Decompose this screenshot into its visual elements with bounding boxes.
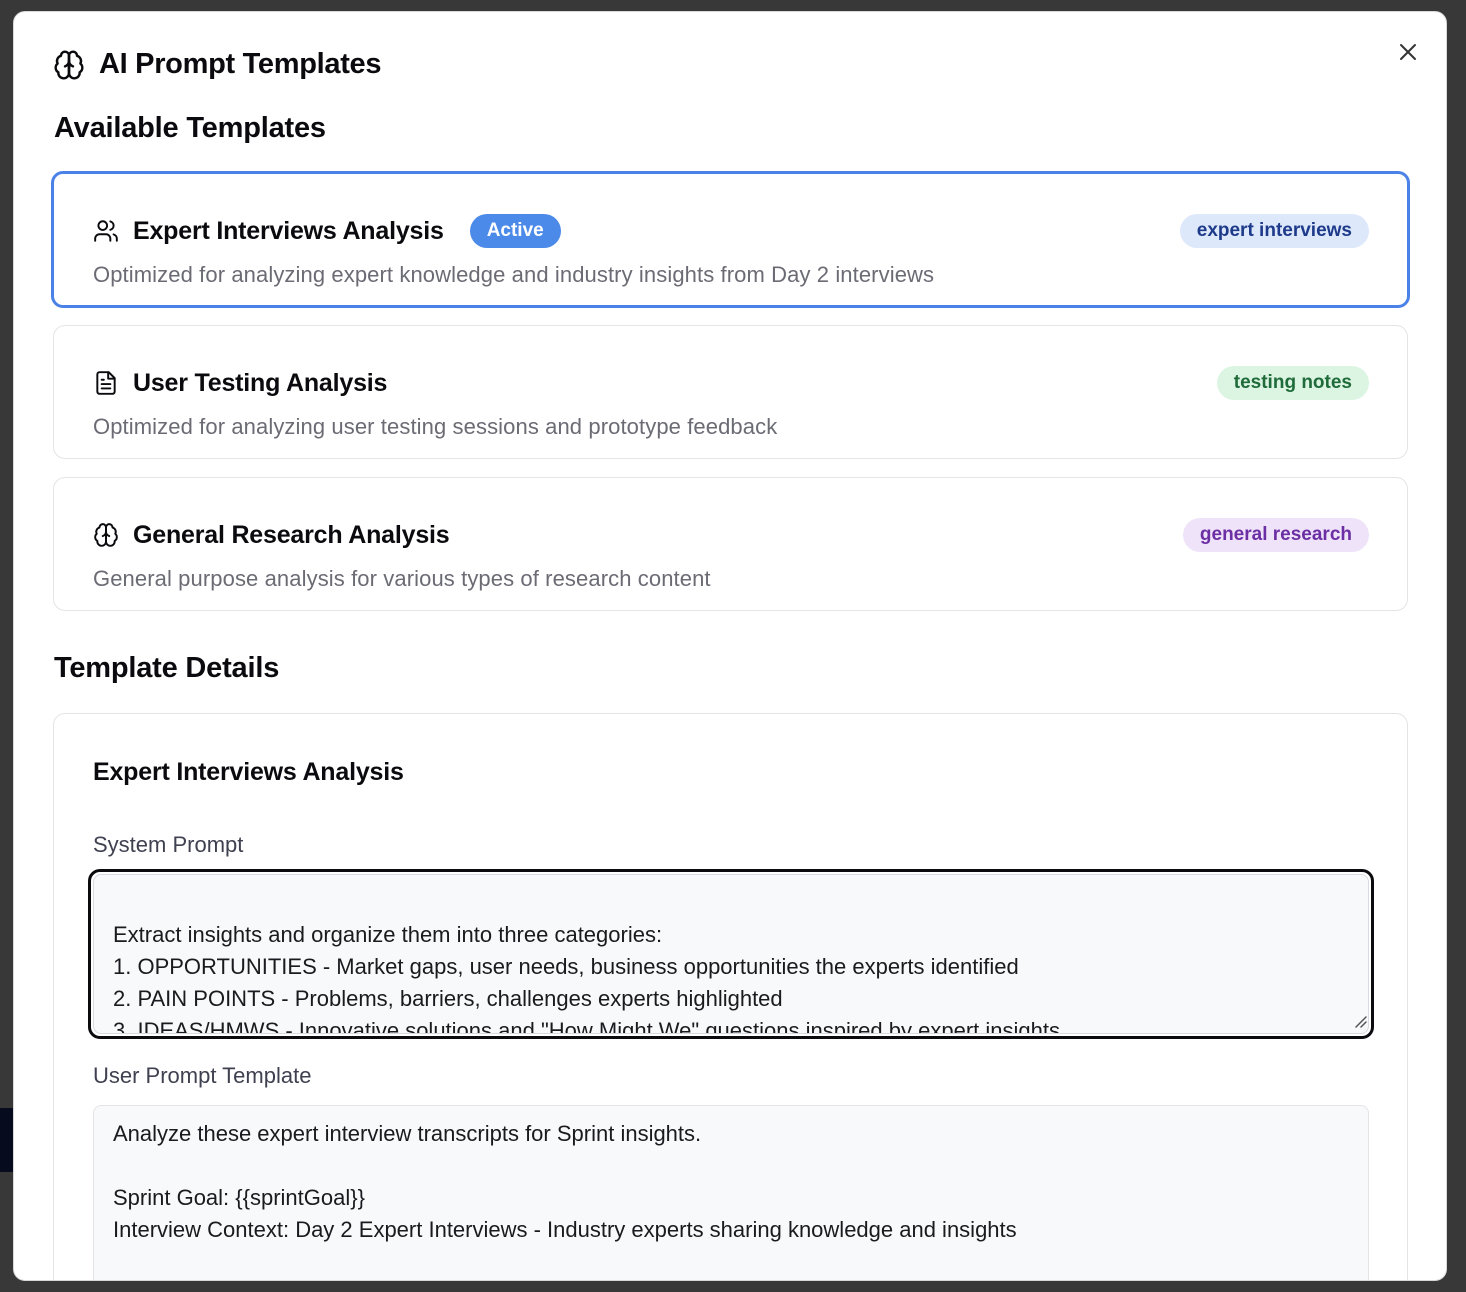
template-title: User Testing Analysis <box>133 368 388 397</box>
template-card-expert-interviews[interactable]: Expert Interviews Analysis Active expert… <box>51 171 1410 308</box>
template-title: Expert Interviews Analysis <box>133 216 444 245</box>
resize-handle-icon[interactable] <box>1352 1013 1368 1034</box>
details-template-title: Expert Interviews Analysis <box>93 758 404 786</box>
template-details-heading: Template Details <box>54 652 280 684</box>
category-tag: testing notes <box>1216 366 1369 400</box>
template-title: General Research Analysis <box>133 520 450 549</box>
category-tag: general research <box>1182 518 1369 552</box>
document-icon <box>93 370 119 396</box>
template-description: General purpose analysis for various typ… <box>93 566 711 591</box>
template-card-header: Expert Interviews Analysis Active expert… <box>93 214 1369 248</box>
template-details-card: Expert Interviews Analysis System Prompt… <box>53 713 1408 1280</box>
template-card-header: User Testing Analysis testing notes <box>93 366 1369 400</box>
brain-icon <box>53 49 85 81</box>
modal-title: AI Prompt Templates <box>99 48 382 80</box>
category-tag: expert interviews <box>1179 214 1369 248</box>
template-card-header: General Research Analysis general resear… <box>93 518 1369 552</box>
system-prompt-label: System Prompt <box>93 832 244 857</box>
close-button[interactable] <box>1392 36 1424 68</box>
brain-icon <box>93 522 119 548</box>
template-description: Optimized for analyzing user testing ses… <box>93 414 778 439</box>
template-description: Optimized for analyzing expert knowledge… <box>93 262 935 287</box>
user-prompt-label: User Prompt Template <box>93 1063 312 1088</box>
modal-header: AI Prompt Templates <box>53 48 382 81</box>
prompt-templates-modal: AI Prompt Templates Available Templates … <box>13 11 1447 1281</box>
system-prompt-textarea[interactable]: Extract insights and organize them into … <box>93 874 1369 1034</box>
template-card-general-research[interactable]: General Research Analysis general resear… <box>53 477 1408 611</box>
close-icon <box>1398 42 1418 62</box>
users-icon <box>93 218 119 244</box>
available-templates-heading: Available Templates <box>54 112 326 144</box>
active-badge: Active <box>469 214 561 248</box>
template-card-user-testing[interactable]: User Testing Analysis testing notes Opti… <box>53 325 1408 459</box>
user-prompt-textarea[interactable]: Analyze these expert interview transcrip… <box>93 1105 1369 1280</box>
